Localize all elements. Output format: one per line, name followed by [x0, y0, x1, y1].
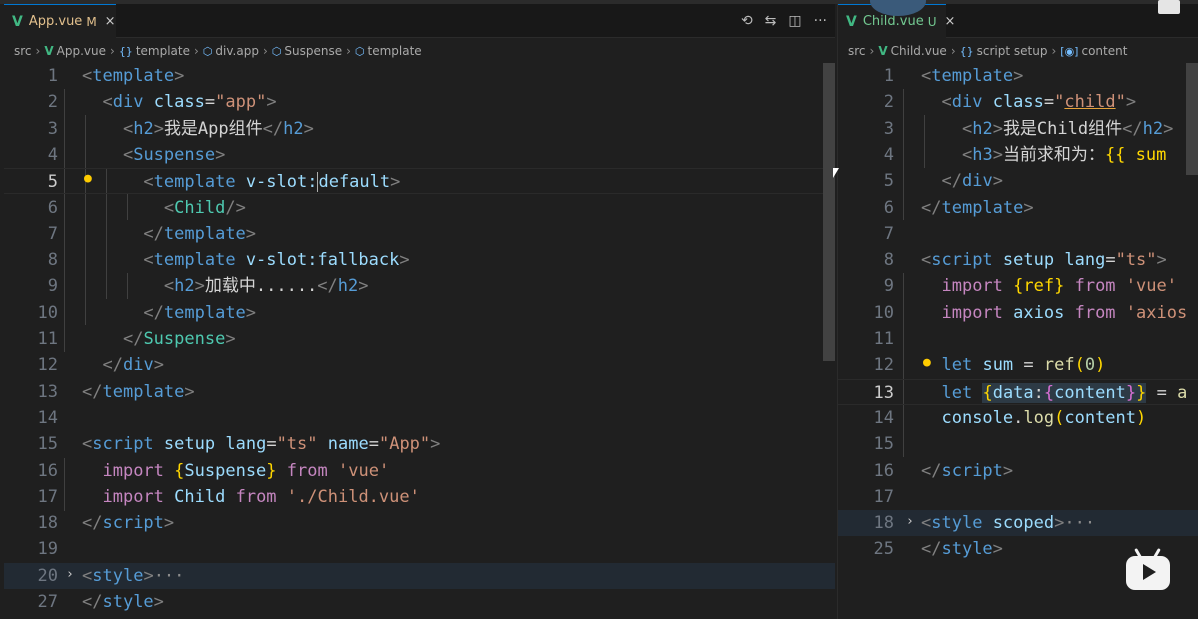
lightbulb-icon[interactable]: ● — [923, 355, 931, 370]
variable-icon: [◉] — [1060, 44, 1079, 58]
code-line-current: 5 <template v-slot:default> — [4, 168, 835, 195]
tab-bar-left: V App.vue M × ⟲ ⇆ ◫ ··· — [4, 4, 835, 38]
code-line: 2 <div class="child"> — [883, 92, 1137, 113]
split-editor-icon[interactable]: ◫ — [788, 13, 801, 29]
breadcrumb-suspense[interactable]: Suspense — [284, 44, 342, 58]
code-line: 3 <h2>我是App组件</h2> — [47, 118, 314, 139]
code-line: 10 import axios from 'axios — [873, 302, 1188, 323]
cube-icon: ⬡ — [354, 44, 365, 58]
code-line: 12 let sum = ref(0) — [873, 355, 1106, 376]
breadcrumb-sep: › — [35, 44, 41, 58]
code-line: 12 </div> — [37, 355, 164, 376]
breadcrumb-src[interactable]: src — [14, 44, 32, 58]
code-line: 7 </template> — [47, 223, 257, 244]
folded-ellipsis[interactable]: ··· — [154, 566, 185, 586]
breadcrumb-src[interactable]: src — [848, 44, 866, 58]
breadcrumb-sep: › — [346, 44, 351, 58]
code-line: 1 <template> — [883, 66, 1024, 86]
scrollbar-left[interactable] — [821, 63, 835, 619]
code-line: 6 <Child/> — [47, 197, 246, 218]
code-line: 18 </script> — [37, 513, 175, 534]
cube-icon: ⬡ — [271, 44, 282, 58]
lightbulb-icon[interactable]: ● — [84, 171, 92, 186]
tab-app-vue[interactable]: V App.vue M × — [4, 4, 116, 38]
code-line: 4 <h3>当前求和为：{{ sum — [883, 144, 1167, 165]
code-line: 9 <h2>加载中......</h2> — [47, 276, 369, 297]
vue-icon: V — [846, 13, 857, 30]
breadcrumb-right: src › V Child.vue › {} script setup › [◉… — [838, 39, 1198, 63]
breadcrumb-file[interactable]: Child.vue — [891, 44, 947, 58]
code-line: 11 </Suspense> — [37, 329, 236, 349]
code-line-current: 13 let {data:{content}} = a — [838, 378, 1198, 405]
chevron-right-icon[interactable]: › — [906, 514, 914, 529]
code-line: 14 console.log(content) — [873, 407, 1147, 428]
tab-filename: Child.vue — [862, 14, 924, 29]
editor-group-right: V Child.vue U × src › V Child.vue › {} s… — [837, 4, 1198, 619]
code-line: 14 — [37, 407, 58, 428]
code-editor-right[interactable]: 1 <template> 2 <div class="child"> 3 <h2>… — [838, 63, 1198, 619]
editor-actions: ⟲ ⇆ ◫ ··· — [741, 4, 827, 38]
cube-icon: ⬡ — [202, 44, 213, 58]
code-line: 13 </template> — [37, 381, 195, 402]
code-line: 15 <script setup lang="ts" name="App"> — [37, 434, 441, 455]
tab-filename: App.vue — [28, 14, 83, 29]
breadcrumb-sep: › — [262, 44, 268, 58]
mouse-cursor — [833, 168, 839, 178]
code-editor-left[interactable]: 1 <template> 2 <div class="app"> 3 <h2>我是… — [4, 63, 835, 619]
breadcrumb-sep: › — [193, 44, 199, 58]
close-icon[interactable]: × — [945, 14, 956, 29]
breadcrumb-sep: › — [110, 44, 115, 58]
vue-icon: V — [12, 13, 23, 30]
code-line: 16 </script> — [873, 460, 1014, 481]
breadcrumb-content[interactable]: content — [1081, 44, 1127, 58]
bilibili-icon[interactable] — [1126, 548, 1170, 590]
code-line: 8 <template v-slot:fallback> — [47, 250, 410, 271]
code-line: 1 <template> — [47, 66, 185, 86]
code-line: 27 </style> — [37, 592, 164, 612]
vue-icon: V — [878, 44, 888, 58]
scrollbar-right[interactable] — [1184, 63, 1198, 619]
chevron-right-icon[interactable]: › — [66, 567, 74, 582]
code-line: 6 </template> — [883, 197, 1034, 218]
scrollbar-thumb[interactable] — [823, 63, 835, 361]
more-icon[interactable]: ··· — [814, 13, 827, 29]
editor-group-left: V App.vue M × ⟲ ⇆ ◫ ··· src › V App.vue … — [4, 4, 835, 619]
code-line: 11 — [873, 329, 894, 349]
breadcrumb-template-inner[interactable]: template — [368, 44, 422, 58]
timeline-icon[interactable]: ⟲ — [741, 13, 753, 29]
vue-icon: V — [44, 44, 54, 58]
compare-icon[interactable]: ⇆ — [765, 13, 777, 29]
breadcrumb-script-setup[interactable]: script setup — [977, 44, 1048, 58]
braces-icon: {} — [959, 44, 974, 58]
breadcrumb-file[interactable]: App.vue — [57, 44, 106, 58]
code-line: 7 — [883, 223, 894, 244]
code-line: 3 <h2>我是Child组件</h2> — [883, 118, 1174, 139]
close-icon[interactable]: × — [105, 14, 116, 29]
breadcrumb-left: src › V App.vue › {} template › ⬡ div.ap… — [4, 39, 835, 63]
code-line: 17 import Child from './Child.vue' — [37, 486, 420, 507]
code-line: 5 </div> — [883, 171, 1003, 192]
code-line: 8 <script setup lang="ts"> — [883, 250, 1167, 271]
breadcrumb-sep: › — [869, 44, 875, 58]
untracked-badge: U — [927, 14, 937, 29]
code-line: 16 import {Suspense} from 'vue' — [37, 460, 390, 481]
code-line: 2 <div class="app"> — [47, 92, 277, 113]
breadcrumb-template[interactable]: template — [136, 44, 190, 58]
code-line-folded: 18 <style scoped>··· — [838, 510, 1198, 537]
code-line: 4 <Suspense> — [47, 144, 226, 165]
code-line-folded: 20 <style>··· — [4, 562, 835, 589]
breadcrumb-sep: › — [950, 44, 956, 58]
folded-ellipsis[interactable]: ··· — [1064, 513, 1095, 533]
code-line: 10 </template> — [37, 302, 257, 323]
modified-badge: M — [86, 14, 97, 29]
breadcrumb-div-app[interactable]: div.app — [215, 44, 259, 58]
code-line: 19 — [37, 539, 58, 560]
code-line: 15 — [873, 434, 894, 455]
code-line: 17 — [873, 486, 894, 507]
breadcrumb-sep: › — [1051, 44, 1057, 58]
overlay-button[interactable] — [1158, 0, 1180, 14]
code-line: 9 import {ref} from 'vue' — [883, 276, 1177, 297]
scrollbar-thumb[interactable] — [1186, 63, 1198, 175]
braces-icon: {} — [118, 44, 133, 58]
